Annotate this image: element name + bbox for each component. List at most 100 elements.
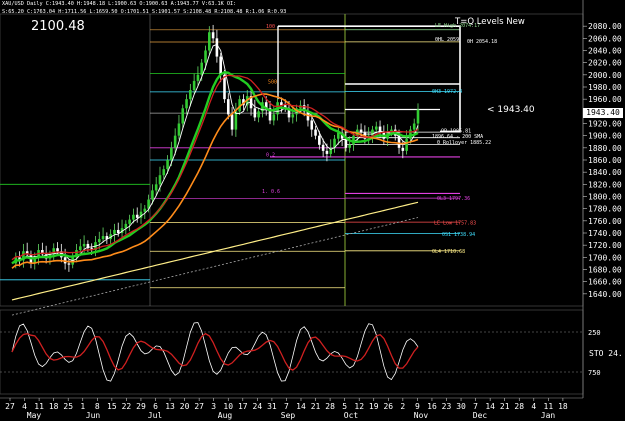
level-annotation: 0H 2054.18 bbox=[467, 39, 497, 45]
candle-body bbox=[318, 135, 321, 145]
candle-body bbox=[192, 80, 196, 91]
candle-body bbox=[143, 208, 147, 212]
x-tick-label: 2 bbox=[400, 402, 405, 411]
x-tick-label: 1 bbox=[80, 402, 85, 411]
y-tick-label: 1920.00 bbox=[588, 120, 622, 129]
y-tick-label: 1820.00 bbox=[588, 180, 622, 189]
candle-body bbox=[272, 114, 276, 121]
candle-body bbox=[412, 123, 416, 130]
candle-body bbox=[170, 147, 173, 160]
x-tick-label: 25 bbox=[63, 402, 73, 411]
y-tick-label: 1840.00 bbox=[588, 168, 622, 177]
candle-body bbox=[135, 214, 139, 218]
x-tick-label: 15 bbox=[107, 402, 117, 411]
candle-body bbox=[116, 229, 120, 233]
x-tick-label: 20 bbox=[180, 402, 190, 411]
candle-body bbox=[200, 62, 204, 75]
level-annotation: 0.2 bbox=[266, 152, 275, 158]
candle-body bbox=[219, 56, 222, 75]
y-tick-label: 1960.00 bbox=[588, 95, 622, 104]
x-tick-label: 4 bbox=[22, 402, 27, 411]
candle-body bbox=[234, 111, 238, 130]
stochastic-fast-line bbox=[11, 322, 419, 382]
ma-fast-line bbox=[11, 43, 419, 264]
level-annotation: 1. 0.6 bbox=[262, 189, 280, 195]
candle-body bbox=[67, 263, 71, 265]
oscillator-tick-label: 750 bbox=[588, 369, 601, 377]
x-tick-label: 9 bbox=[415, 402, 420, 411]
x-tick-label: 7 bbox=[473, 402, 478, 411]
x-month-label: Sep bbox=[281, 411, 296, 420]
candle-body bbox=[208, 32, 211, 51]
candle-body bbox=[371, 129, 374, 136]
candle-body bbox=[162, 169, 166, 176]
y-tick-label: 1720.00 bbox=[588, 241, 622, 250]
candle-body bbox=[314, 129, 317, 136]
level-annotation: 0L4 1710.68 bbox=[432, 249, 465, 255]
candle-body bbox=[215, 38, 219, 57]
x-month-label: Jun bbox=[86, 411, 101, 420]
y-tick-label: 1800.00 bbox=[588, 193, 622, 202]
y-tick-label: 1880.00 bbox=[588, 144, 622, 153]
candle-body bbox=[151, 190, 154, 200]
chart-window[interactable]: 2080.00 2060.00 2040.00 2020.00 2000.00 1980.… bbox=[0, 0, 625, 421]
x-tick-label: 24 bbox=[253, 402, 263, 411]
y-tick-label: 1700.00 bbox=[588, 253, 622, 262]
x-month-label: Jan bbox=[541, 411, 556, 420]
x-month-label: Oct bbox=[344, 411, 359, 420]
x-month-label: May bbox=[27, 411, 42, 420]
y-tick-label: 1660.00 bbox=[588, 278, 622, 287]
y-tick-label: 1740.00 bbox=[588, 229, 622, 238]
candle-body bbox=[189, 90, 192, 100]
y-tick-label: 1780.00 bbox=[588, 205, 622, 214]
candle-body bbox=[132, 214, 135, 220]
x-tick-label: 12 bbox=[354, 402, 364, 411]
level-annotation: 0H3 1972.4 bbox=[432, 89, 462, 95]
x-tick-label: 10 bbox=[223, 402, 233, 411]
x-tick-label: 28 bbox=[514, 402, 524, 411]
y-tick-label: 2020.00 bbox=[588, 59, 622, 68]
candle-body bbox=[321, 144, 325, 151]
x-tick-label: 18 bbox=[558, 402, 568, 411]
candle-body bbox=[348, 144, 352, 148]
x-tick-label: 27 bbox=[5, 402, 15, 411]
candle-body bbox=[196, 74, 200, 81]
candle-body bbox=[82, 243, 86, 247]
symbol-header-line1: XAU/USD Daily C:1943.40 H:1948.18 L:1900… bbox=[2, 1, 237, 7]
candle-body bbox=[211, 32, 215, 39]
y-tick-label: 2060.00 bbox=[588, 34, 622, 43]
candle-body bbox=[181, 108, 185, 124]
levels-title: T=Q Levels New bbox=[455, 17, 525, 27]
candle-body bbox=[158, 175, 162, 185]
x-tick-label: 22 bbox=[122, 402, 132, 411]
candle-body bbox=[405, 138, 408, 151]
candle-body bbox=[185, 99, 188, 109]
symbol-header-line2: S:65.20 C:1763.04 H:1711.56 L:1659.50 O:… bbox=[2, 9, 287, 15]
y-tick-label: 1980.00 bbox=[588, 83, 622, 92]
candle-body bbox=[173, 135, 177, 148]
candle-body bbox=[97, 239, 101, 243]
oscillator-label: STO 24. bbox=[589, 349, 623, 358]
candle-body bbox=[154, 184, 158, 191]
level-annotation: 0S1 1738.94 bbox=[442, 232, 475, 238]
level-annotation: LE Low 1757.83 bbox=[434, 220, 476, 226]
x-month-label: Jul bbox=[148, 411, 163, 420]
x-month-label: Dec bbox=[473, 411, 488, 420]
price-chart[interactable]: 2080.002060.002040.002020.002000.001980.… bbox=[0, 0, 625, 421]
candle-body bbox=[416, 109, 420, 124]
x-month-label: Nov bbox=[414, 411, 429, 420]
y-tick-label: 2000.00 bbox=[588, 71, 622, 80]
level-annotation: 500 bbox=[268, 79, 277, 85]
x-tick-label: 14 bbox=[296, 402, 306, 411]
x-tick-label: 21 bbox=[311, 402, 321, 411]
x-tick-label: 26 bbox=[383, 402, 393, 411]
x-tick-label: 11 bbox=[34, 402, 44, 411]
candle-body bbox=[230, 114, 234, 130]
candle-body bbox=[257, 111, 260, 118]
candle-body bbox=[359, 129, 363, 133]
big-price-label: 2100.48 bbox=[31, 19, 85, 34]
x-tick-label: 23 bbox=[442, 402, 452, 411]
x-tick-label: 19 bbox=[369, 402, 379, 411]
candle-body bbox=[56, 248, 59, 252]
candle-body bbox=[409, 129, 412, 139]
